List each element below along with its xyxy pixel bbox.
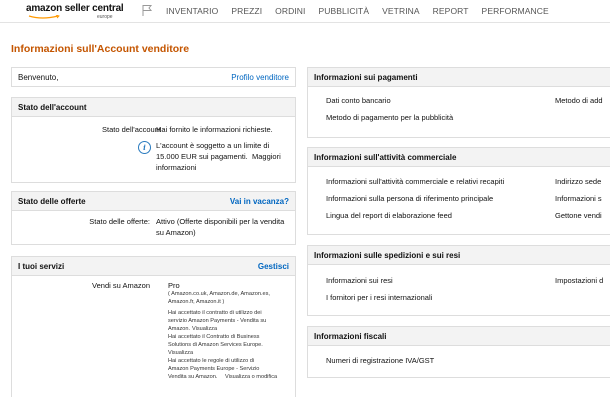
shipping-returns-box: Informazioni sulle spedizioni e sui resi…	[307, 245, 610, 316]
nav-inventario[interactable]: INVENTARIO	[166, 6, 218, 16]
nav-performance[interactable]: PERFORMANCE	[482, 6, 549, 16]
office-address-link[interactable]: Indirizzo sede	[555, 177, 601, 186]
account-status-label: Stato dell'account	[102, 125, 161, 134]
seller-token-link[interactable]: Gettone vendi	[555, 211, 602, 220]
tax-info-title: Informazioni fiscali	[314, 332, 387, 341]
terms-line: servizio Amazon Payments - Vendita su	[168, 318, 267, 324]
nav-vetrina[interactable]: VETRINA	[382, 6, 420, 16]
top-navigation-bar: amazon seller central europe INVENTARIO …	[0, 0, 610, 23]
payment-limit-notice-2: 15.000 EUR sui pagamenti.	[156, 152, 248, 161]
business-contacts-link[interactable]: Informazioni sull'attività commerciale e…	[326, 177, 504, 186]
payments-title: Informazioni sui pagamenti	[314, 73, 418, 82]
tax-info-box: Informazioni fiscali Numeri di registraz…	[307, 326, 610, 378]
primary-contact-link[interactable]: Informazioni sulla persona di riferiment…	[326, 194, 493, 203]
view-terms-link[interactable]: Visualizza	[192, 326, 217, 334]
flag-icon[interactable]	[141, 4, 153, 16]
nav-ordini[interactable]: ORDINI	[275, 6, 305, 16]
amazon-smile-icon	[28, 15, 60, 19]
terms-line: Hai accettato le regole di utilizzo di	[168, 358, 255, 364]
terms-line: Amazon.	[168, 326, 191, 332]
amazon-seller-central-logo[interactable]: amazon seller central europe	[26, 3, 126, 21]
ad-payment-method-link[interactable]: Metodo di pagamento per la pubblicità	[326, 113, 453, 122]
manage-services-link[interactable]: Gestisci	[258, 262, 289, 271]
logo-text: amazon seller central	[26, 3, 124, 14]
terms-line: Amazon Payments Europe - Servizio	[168, 366, 260, 372]
more-info-link[interactable]: Maggiori	[252, 152, 281, 161]
page-title: Informazioni sull'Account venditore	[11, 43, 190, 55]
account-status-value: Hai fornito le informazioni richieste.	[156, 125, 273, 134]
shipping-settings-link[interactable]: Impostazioni d	[555, 276, 603, 285]
nav-prezzi[interactable]: PREZZI	[231, 6, 262, 16]
logo-region: europe	[97, 14, 113, 20]
terms-line: Solutions di Amazon Services Europe.	[168, 342, 263, 348]
feed-report-language-link[interactable]: Lingua del report di elaborazione feed	[326, 211, 452, 220]
offers-status-value-2: su Amazon)	[156, 228, 196, 237]
terms-line: Hai accettato il Contratto di Business	[168, 334, 260, 340]
business-info-title: Informazioni sull'attività commerciale	[314, 153, 457, 162]
offers-status-label: Stato delle offerte:	[89, 217, 150, 226]
more-info-link-2[interactable]: informazioni	[156, 163, 196, 172]
shipping-returns-title: Informazioni sulle spedizioni e sui resi	[314, 251, 461, 260]
nav-pubblicita[interactable]: PUBBLICITÀ	[319, 6, 370, 16]
sell-on-amazon-label: Vendi su Amazon	[92, 281, 150, 290]
welcome-box: Benvenuto, Profilo venditore	[11, 67, 296, 87]
nav-report[interactable]: REPORT	[433, 6, 469, 16]
payments-box: Informazioni sui pagamenti Dati conto ba…	[307, 67, 610, 138]
business-info-box: Informazioni sull'attività commerciale I…	[307, 147, 610, 235]
view-or-edit-link[interactable]: Visualizza o modifica	[225, 374, 277, 382]
terms-line: Hai accettato il contratto di utilizzo d…	[168, 310, 262, 316]
welcome-text: Benvenuto,	[18, 73, 59, 82]
marketplaces-2: Amazon.fr, Amazon.it )	[168, 299, 225, 305]
returns-info-link[interactable]: Informazioni sui resi	[326, 276, 393, 285]
offers-status-box: Stato delle offerte Vai in vacanza? Stat…	[11, 191, 296, 245]
payment-limit-notice: L'account è soggetto a un limite di	[156, 141, 270, 150]
info-link[interactable]: Informazioni s	[555, 194, 602, 203]
vacation-link[interactable]: Vai in vacanza?	[230, 197, 289, 206]
offers-status-title: Stato delle offerte	[18, 197, 86, 206]
bank-account-link[interactable]: Dati conto bancario	[326, 96, 391, 105]
account-status-title: Stato dell'account	[18, 103, 87, 112]
services-title: I tuoi servizi	[18, 262, 65, 271]
view-terms-link[interactable]: Visualizza	[168, 350, 193, 358]
services-box: I tuoi servizi Gestisci Vendi su Amazon …	[11, 256, 296, 397]
vat-numbers-link[interactable]: Numeri di registrazione IVA/GST	[326, 356, 434, 365]
account-status-box: Stato dell'account Stato dell'account Ha…	[11, 97, 296, 183]
plan-value: Pro	[168, 281, 180, 290]
seller-profile-link[interactable]: Profilo venditore	[231, 73, 289, 82]
terms-line: Vendita su Amazon.	[168, 374, 218, 380]
main-nav: INVENTARIO PREZZI ORDINI PUBBLICITÀ VETR…	[166, 6, 562, 16]
info-icon: i	[138, 141, 151, 154]
charge-method-link[interactable]: Metodo di add	[555, 96, 603, 105]
international-returns-link[interactable]: I fornitori per i resi internazionali	[326, 293, 432, 302]
marketplaces: ( Amazon.co.uk, Amazon.de, Amazon.es,	[168, 291, 270, 297]
offers-status-value: Attivo (Offerte disponibili per la vendi…	[156, 217, 285, 226]
